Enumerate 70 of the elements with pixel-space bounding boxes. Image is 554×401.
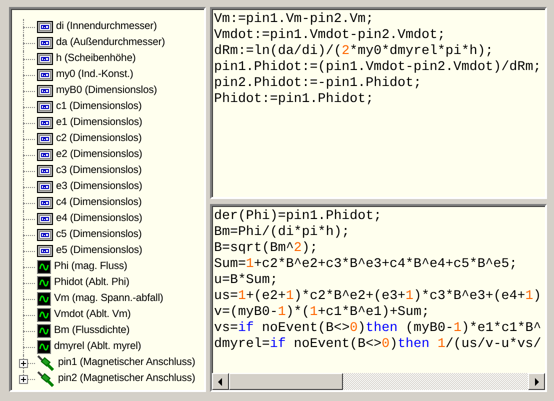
parameter-icon <box>37 229 53 241</box>
tree-item[interactable]: Phidot (Ablt. Phi) <box>54 275 130 291</box>
tree-item[interactable]: Vm (mag. Spann.-abfall) <box>54 291 164 307</box>
tree-item[interactable]: da (Außendurchmesser) <box>56 35 165 51</box>
parameter-icon <box>37 213 53 225</box>
parameter-icon <box>37 181 53 193</box>
scroll-right-button[interactable] <box>528 373 545 390</box>
tree-item[interactable]: e2 (Dimensionslos) <box>56 147 142 163</box>
waveform-icon <box>37 340 51 354</box>
tree-item[interactable]: e4 (Dimensionslos) <box>56 211 142 227</box>
plug-icon <box>37 355 55 371</box>
tree-item[interactable]: dmyrel (Ablt. myrel) <box>54 339 142 355</box>
parameter-icon <box>37 149 53 161</box>
parameter-icon <box>37 21 53 33</box>
tree-item[interactable]: e1 (Dimensionslos) <box>56 115 142 131</box>
tree-item[interactable]: h (Scheibenhöhe) <box>56 51 136 67</box>
waveform-icon <box>37 260 51 274</box>
code-line: Vm:=pin1.Vm-pin2.Vm; <box>214 11 374 27</box>
tree-item[interactable]: di (Innendurchmesser) <box>56 19 157 35</box>
plug-icon <box>37 371 55 387</box>
code-line: us=1+(e2+1)*c2*B^e2+(e3+1)*c3*B^e3+(e4+1) <box>214 288 542 304</box>
parameter-icon <box>37 85 53 97</box>
code-line: dRm:=ln(da/di)/(2*my0*dmyrel*pi*h); <box>214 43 494 59</box>
tree-item[interactable]: myB0 (Dimensionslos) <box>56 83 157 99</box>
code-line: Vmdot:=pin1.Vmdot-pin2.Vmdot; <box>214 27 446 43</box>
parameter-icon <box>37 69 53 81</box>
code-line: der(Phi)=pin1.Phidot; <box>214 208 382 224</box>
tree-item[interactable]: c3 (Dimensionslos) <box>56 163 142 179</box>
tree-item[interactable]: my0 (Ind.-Konst.) <box>56 67 134 83</box>
expand-toggle[interactable] <box>19 375 28 384</box>
tree-item[interactable]: c2 (Dimensionslos) <box>56 131 142 147</box>
parameter-icon <box>37 37 53 49</box>
right-arrow-icon <box>534 378 539 386</box>
code-line: Phidot:=pin1.Phidot; <box>214 91 374 107</box>
code-line: v=(myB0-1)*(1+c1*B^e1)+Sum; <box>214 304 430 320</box>
tree-item[interactable]: c5 (Dimensionslos) <box>56 227 142 243</box>
expand-toggle[interactable] <box>19 359 28 368</box>
parameter-icon <box>37 101 53 113</box>
parameter-icon <box>37 117 53 129</box>
tree-item[interactable]: e5 (Dimensionslos) <box>56 243 142 259</box>
tree-item[interactable]: pin1 (Magnetischer Anschluss) <box>58 355 196 371</box>
parameter-icon <box>37 53 53 65</box>
scroll-left-button[interactable] <box>212 373 229 390</box>
code-line: u=B*Sum; <box>214 272 278 288</box>
code-line: B=sqrt(Bm^2); <box>214 240 318 256</box>
code-line: vs=if noEvent(B<>0)then (myB0-1)*e1*c1*B^ <box>214 320 542 336</box>
parameter-icon <box>37 133 53 145</box>
waveform-icon <box>37 308 51 322</box>
tree-item[interactable]: e3 (Dimensionslos) <box>56 179 142 195</box>
tree-item[interactable]: c1 (Dimensionslos) <box>56 99 142 115</box>
tree-item[interactable]: pin2 (Magnetischer Anschluss) <box>58 371 196 387</box>
left-arrow-icon <box>218 378 223 386</box>
tree-item[interactable]: c4 (Dimensionslos) <box>56 195 142 211</box>
code-line: Bm=Phi/(di*pi*h); <box>214 224 350 240</box>
parameter-icon <box>37 245 53 257</box>
parameter-icon <box>37 165 53 177</box>
tree-item[interactable]: Vmdot (Ablt. Vm) <box>54 307 131 323</box>
scrollbar-thumb[interactable] <box>229 373 343 390</box>
waveform-icon <box>37 276 51 290</box>
code-line: dmyrel=if noEvent(B<>0)then 1/(us/v-u*vs/ <box>214 336 542 352</box>
code-line: pin1.Phidot:=(pin1.Vmdot-pin2.Vmdot)/dRm; <box>214 59 542 75</box>
equation-editor[interactable] <box>210 204 547 392</box>
parameter-icon <box>37 197 53 209</box>
algorithm-editor[interactable]: Vm:=pin1.Vm-pin2.Vm; Vmdot:=pin1.Vmdot-pin2.Vmdot; dRm:=ln(da/di)/(2*my0*dmyrel*pi*h); pin1.Phidot:=(pin1.Vmdot-pin2.Vmdot)/dRm; pin2.Phidot:=-pin1.Phidot; Phidot:=pin1.Phidot; <box>210 7 547 199</box>
waveform-icon <box>37 324 51 338</box>
waveform-icon <box>37 292 51 306</box>
tree-item[interactable]: Bm (Flussdichte) <box>54 323 130 339</box>
code-line: pin2.Phidot:=-pin1.Phidot; <box>214 75 422 91</box>
tree-item[interactable]: Phi (mag. Fluss) <box>54 259 128 275</box>
code-line: Sum=1+c2*B^e2+c3*B^e3+c4*B^e4+c5*B^e5; <box>214 256 518 272</box>
